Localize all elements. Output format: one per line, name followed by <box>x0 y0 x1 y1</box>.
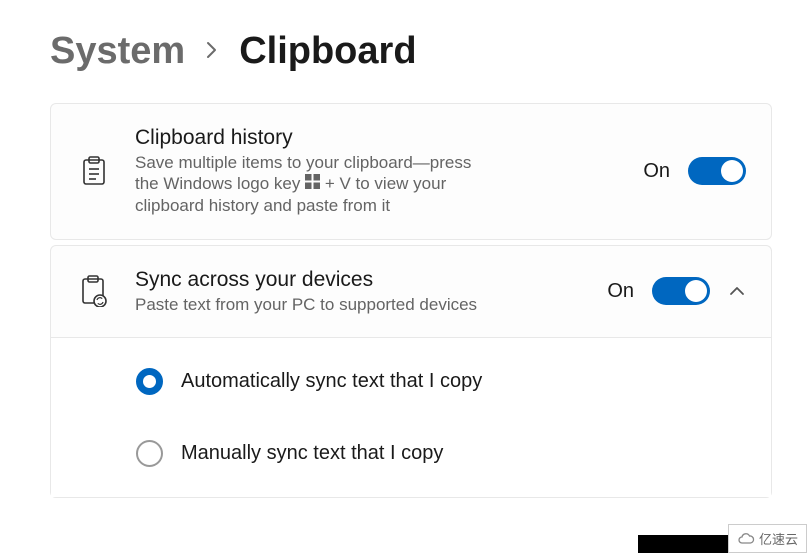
sync-devices-card: Sync across your devices Paste text from… <box>50 245 772 498</box>
clipboard-icon <box>79 156 109 186</box>
windows-logo-icon <box>305 173 320 194</box>
cloud-icon <box>737 532 755 546</box>
sync-option-manual-label: Manually sync text that I copy <box>181 442 443 465</box>
sync-toggle[interactable] <box>652 277 710 305</box>
clipboard-history-description: Save multiple items to your clipboard—pr… <box>135 152 480 217</box>
radio-unselected-icon <box>136 440 163 467</box>
sync-option-auto[interactable]: Automatically sync text that I copy <box>136 368 746 395</box>
breadcrumb-current: Clipboard <box>239 30 416 73</box>
clipboard-history-state-label: On <box>643 160 670 183</box>
breadcrumb-parent[interactable]: System <box>50 30 185 73</box>
breadcrumb: System Clipboard <box>50 30 772 73</box>
radio-selected-icon <box>136 368 163 395</box>
watermark: 亿速云 <box>638 524 807 553</box>
clipboard-sync-icon <box>79 276 109 306</box>
sync-options-panel: Automatically sync text that I copy Manu… <box>51 337 771 497</box>
clipboard-history-toggle[interactable] <box>688 157 746 185</box>
chevron-right-icon <box>205 38 219 66</box>
sync-option-auto-label: Automatically sync text that I copy <box>181 370 482 393</box>
sync-description: Paste text from your PC to supported dev… <box>135 294 480 315</box>
chevron-up-icon[interactable] <box>728 282 746 300</box>
clipboard-history-title: Clipboard history <box>135 126 617 150</box>
sync-title: Sync across your devices <box>135 268 581 292</box>
sync-option-manual[interactable]: Manually sync text that I copy <box>136 440 746 467</box>
clipboard-history-card: Clipboard history Save multiple items to… <box>50 103 772 240</box>
sync-state-label: On <box>607 280 634 303</box>
